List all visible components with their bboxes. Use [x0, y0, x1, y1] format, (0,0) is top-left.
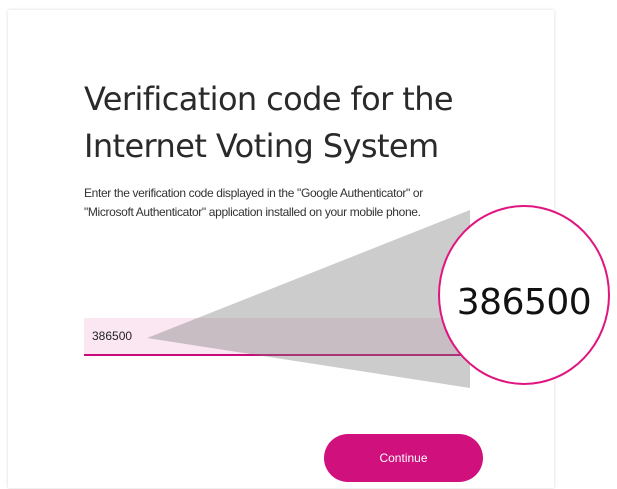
page-title-line-2: Internet Voting System — [84, 127, 439, 165]
page-title: Verification code for the Internet Votin… — [84, 76, 484, 170]
instructions-text: Enter the verification code displayed in… — [84, 186, 423, 219]
page-title-line-1: Verification code for the — [84, 80, 454, 118]
verification-code-field — [84, 318, 484, 356]
stage: Verification code for the Internet Votin… — [0, 0, 617, 489]
continue-button[interactable]: Continue — [324, 434, 483, 482]
verification-code-input[interactable] — [84, 318, 484, 354]
magnified-code-text: 386500 — [456, 282, 592, 323]
magnifier-callout: 386500 — [438, 205, 610, 385]
